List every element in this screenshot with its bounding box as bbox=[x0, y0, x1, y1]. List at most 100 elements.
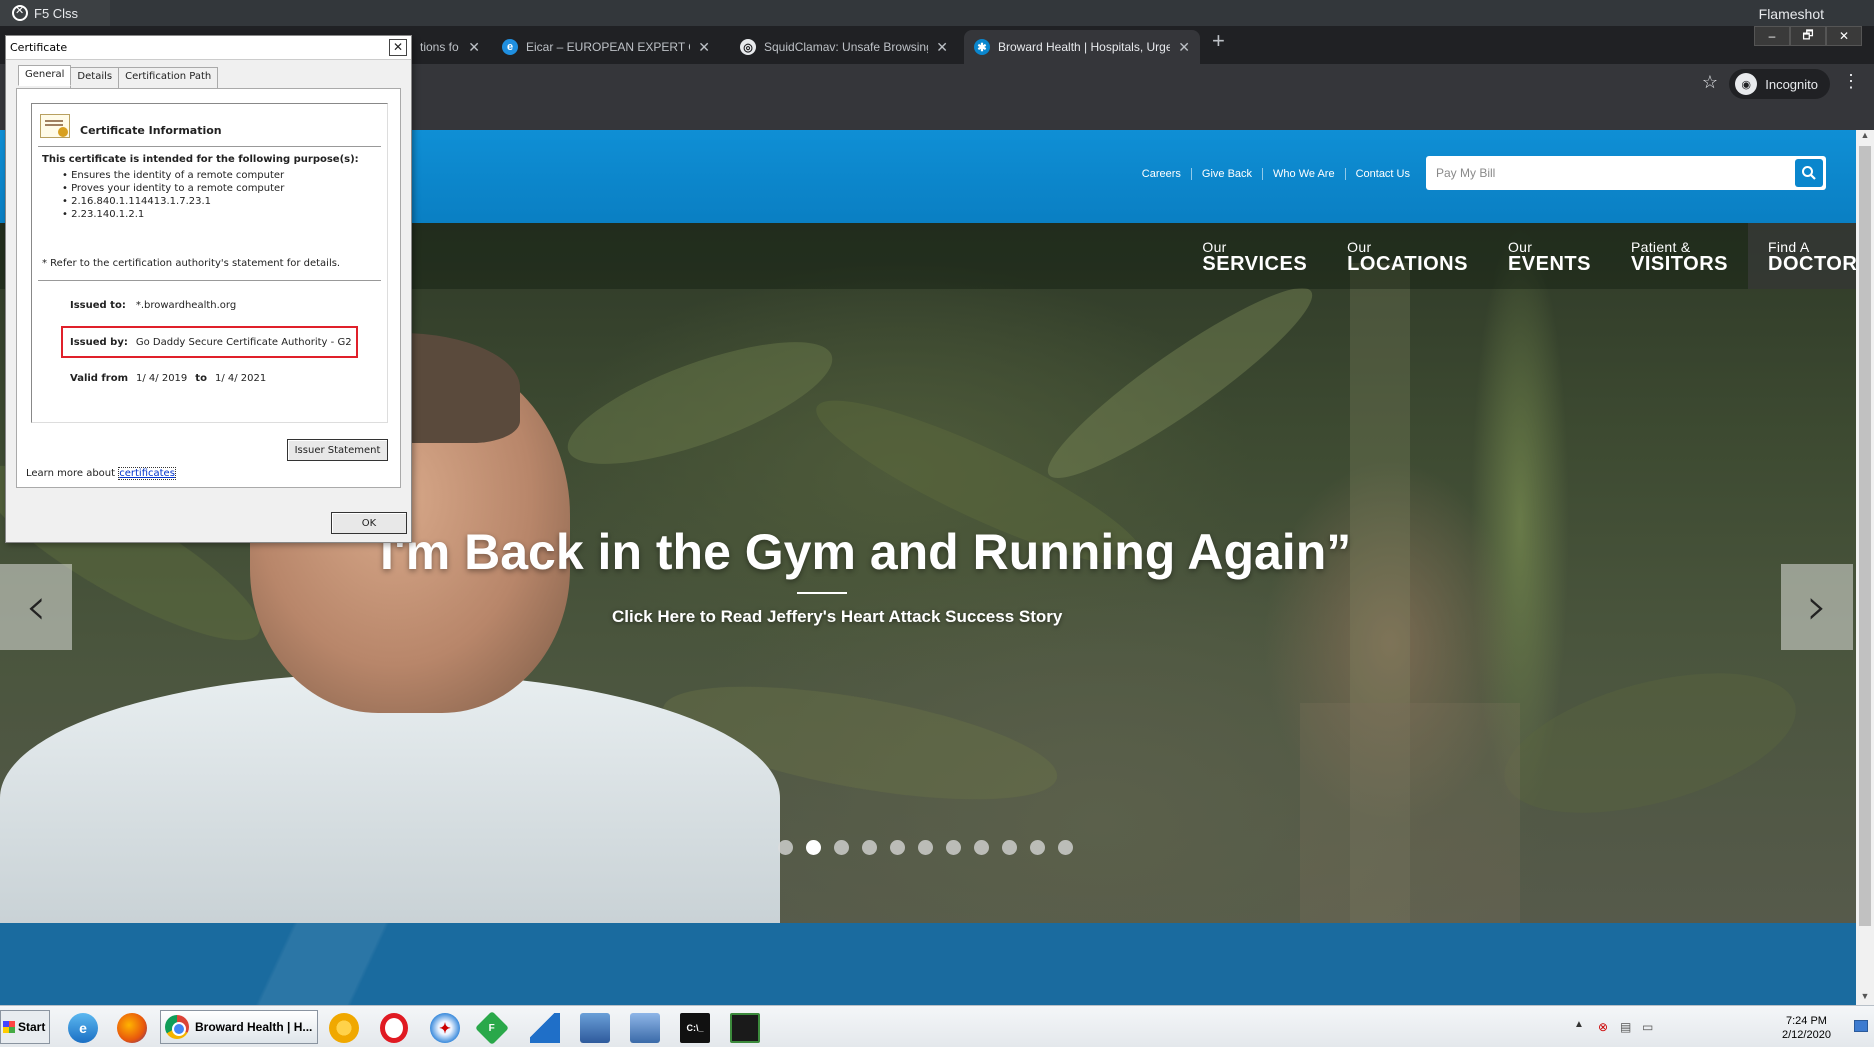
page-scrollbar[interactable]: ▲ ▼ bbox=[1856, 130, 1874, 1005]
carousel-dot[interactable] bbox=[806, 840, 821, 855]
learn-more-text: Learn more about certificates bbox=[26, 467, 176, 480]
tab-label: Broward Health | Hospitals, Urge bbox=[998, 40, 1171, 54]
nav-big-label: VISITORS bbox=[1631, 253, 1728, 275]
new-tab-button[interactable]: + bbox=[1212, 28, 1225, 54]
tab-general[interactable]: General bbox=[18, 65, 72, 86]
hero-divider bbox=[797, 592, 847, 594]
nav-big-label: DOCTOR bbox=[1768, 253, 1856, 275]
restore-button[interactable]: 🗗 bbox=[1790, 26, 1826, 46]
issued-by-value: Go Daddy Secure Certificate Authority - … bbox=[135, 336, 352, 348]
carousel-dot[interactable] bbox=[862, 840, 877, 855]
validity-row: Valid from 1/ 4/ 2019 to 1/ 4/ 2021 bbox=[70, 373, 266, 384]
tray-expand-icon[interactable]: ▲ bbox=[1574, 1019, 1584, 1030]
tab-broward-health[interactable]: ✱ Broward Health | Hospitals, Urge ✕ bbox=[964, 30, 1200, 64]
tab-close-icon[interactable]: ✕ bbox=[468, 39, 480, 56]
nav-find-doctor[interactable]: Find A DOCTOR bbox=[1748, 223, 1856, 289]
tab-certification-path[interactable]: Certification Path bbox=[118, 67, 219, 88]
search-input[interactable] bbox=[1426, 157, 1795, 189]
terminal-icon[interactable] bbox=[730, 1013, 760, 1043]
network-error-icon[interactable]: ⊗ bbox=[1598, 1020, 1614, 1034]
dialog-tabs: General Details Certification Path bbox=[18, 65, 219, 88]
remote-desktop-icon[interactable] bbox=[630, 1013, 660, 1043]
carousel-dot[interactable] bbox=[778, 840, 793, 855]
carousel-dot[interactable] bbox=[918, 840, 933, 855]
tab-close-icon[interactable]: ✕ bbox=[698, 39, 710, 56]
start-button[interactable]: Start bbox=[0, 1010, 50, 1044]
search-button[interactable] bbox=[1795, 159, 1823, 187]
firefox-icon[interactable] bbox=[117, 1013, 147, 1043]
carousel-next-button[interactable]: › bbox=[1781, 564, 1853, 650]
carousel-dot[interactable] bbox=[974, 840, 989, 855]
internet-explorer-icon[interactable]: e bbox=[68, 1013, 98, 1043]
tab-eicar[interactable]: e Eicar – EUROPEAN EXPERT GROU ✕ bbox=[492, 30, 720, 64]
main-nav: Our SERVICES Our LOCATIONS Our EVENTS Pa… bbox=[1182, 223, 1856, 289]
network-connections-icon[interactable] bbox=[580, 1013, 610, 1043]
volume-icon[interactable]: ▤ bbox=[1620, 1020, 1636, 1034]
bookmark-star-icon[interactable]: ☆ bbox=[1702, 72, 1718, 93]
nav-visitors[interactable]: Patient & VISITORS bbox=[1611, 223, 1748, 289]
nav-services[interactable]: Our SERVICES bbox=[1182, 223, 1327, 289]
task-label: Broward Health | H... bbox=[195, 1020, 313, 1034]
taskbar: Start e Broward Health | H... ✦ F C:\_ ▲… bbox=[0, 1005, 1874, 1047]
carousel-dot[interactable] bbox=[946, 840, 961, 855]
purpose-item: 2.23.140.1.2.1 bbox=[62, 208, 284, 221]
give-back-link[interactable]: Give Back bbox=[1192, 168, 1264, 180]
chrome-icon bbox=[165, 1015, 189, 1039]
tab-close-icon[interactable]: ✕ bbox=[936, 39, 948, 56]
carousel-dot[interactable] bbox=[890, 840, 905, 855]
clock[interactable]: 7:24 PM 2/12/2020 bbox=[1782, 1014, 1831, 1042]
hero-story-link[interactable]: Click Here to Read Jeffery's Heart Attac… bbox=[612, 607, 1062, 627]
carousel-dot[interactable] bbox=[1058, 840, 1073, 855]
carousel-dot[interactable] bbox=[1030, 840, 1045, 855]
contact-us-link[interactable]: Contact Us bbox=[1346, 168, 1420, 180]
show-desktop-icon[interactable] bbox=[1854, 1020, 1868, 1032]
issued-to-value: *.browardhealth.org bbox=[135, 300, 237, 311]
nav-big-label: EVENTS bbox=[1507, 253, 1591, 275]
valid-to-label: to bbox=[195, 373, 207, 384]
nav-locations[interactable]: Our LOCATIONS bbox=[1327, 223, 1488, 289]
careers-link[interactable]: Careers bbox=[1132, 168, 1192, 180]
incognito-badge[interactable]: ◉ Incognito bbox=[1729, 69, 1830, 99]
who-we-are-link[interactable]: Who We Are bbox=[1263, 168, 1346, 180]
display-icon[interactable]: ▭ bbox=[1642, 1020, 1658, 1034]
utility-links: Careers Give Back Who We Are Contact Us bbox=[1132, 168, 1420, 180]
scroll-down-icon[interactable]: ▼ bbox=[1856, 991, 1874, 1005]
scroll-up-icon[interactable]: ▲ bbox=[1856, 130, 1874, 144]
tab-label: tions fo bbox=[420, 40, 459, 54]
tab-squidclamav[interactable]: ◎ SquidClamav: Unsafe Browsing d ✕ bbox=[730, 30, 958, 64]
tab-close-icon[interactable]: ✕ bbox=[1178, 39, 1190, 56]
carousel-prev-button[interactable]: ‹ bbox=[0, 564, 72, 650]
dialog-close-button[interactable]: ✕ bbox=[389, 39, 407, 56]
broward-logo-icon: ✱ bbox=[974, 39, 990, 55]
nav-events[interactable]: Our EVENTS bbox=[1488, 223, 1611, 289]
hero-title[interactable]: I'm Back in the Gym and Running Again” bbox=[380, 523, 1351, 581]
tab-partial[interactable]: tions fo ✕ bbox=[410, 30, 490, 64]
scroll-thumb[interactable] bbox=[1859, 146, 1871, 926]
issued-by-label: Issued by: bbox=[70, 336, 128, 348]
command-prompt-icon[interactable]: C:\_ bbox=[680, 1013, 710, 1043]
issued-to-label: Issued to: bbox=[70, 300, 126, 311]
close-window-button[interactable]: ✕ bbox=[1826, 26, 1862, 46]
browser-menu-icon[interactable]: ⋮ bbox=[1842, 72, 1860, 90]
ie-icon: e bbox=[502, 39, 518, 55]
learn-more-prefix: Learn more about bbox=[26, 468, 119, 479]
minimize-button[interactable]: – bbox=[1754, 26, 1790, 46]
task-broward-health[interactable]: Broward Health | H... bbox=[160, 1010, 318, 1044]
valid-from-value: 1/ 4/ 2019 bbox=[136, 373, 188, 384]
feed-app-icon[interactable]: F bbox=[475, 1011, 509, 1045]
wireshark-icon[interactable] bbox=[530, 1013, 560, 1043]
window-title-strip: F5 Clss Flameshot bbox=[0, 0, 1874, 26]
f5-logo-icon bbox=[12, 4, 28, 21]
lower-section bbox=[0, 923, 1856, 1005]
chromium-icon[interactable] bbox=[329, 1013, 359, 1043]
safari-icon[interactable]: ✦ bbox=[430, 1013, 460, 1043]
carousel-dot[interactable] bbox=[1002, 840, 1017, 855]
opera-icon[interactable] bbox=[380, 1013, 408, 1043]
issuer-statement-button[interactable]: Issuer Statement bbox=[287, 439, 388, 461]
ok-button[interactable]: OK bbox=[331, 512, 407, 534]
f5-window-tab[interactable]: F5 Clss bbox=[0, 0, 110, 26]
certificates-link[interactable]: certificates bbox=[118, 467, 176, 480]
carousel-dot[interactable] bbox=[834, 840, 849, 855]
dialog-title: Certificate bbox=[6, 36, 411, 60]
tab-details[interactable]: Details bbox=[70, 67, 120, 88]
